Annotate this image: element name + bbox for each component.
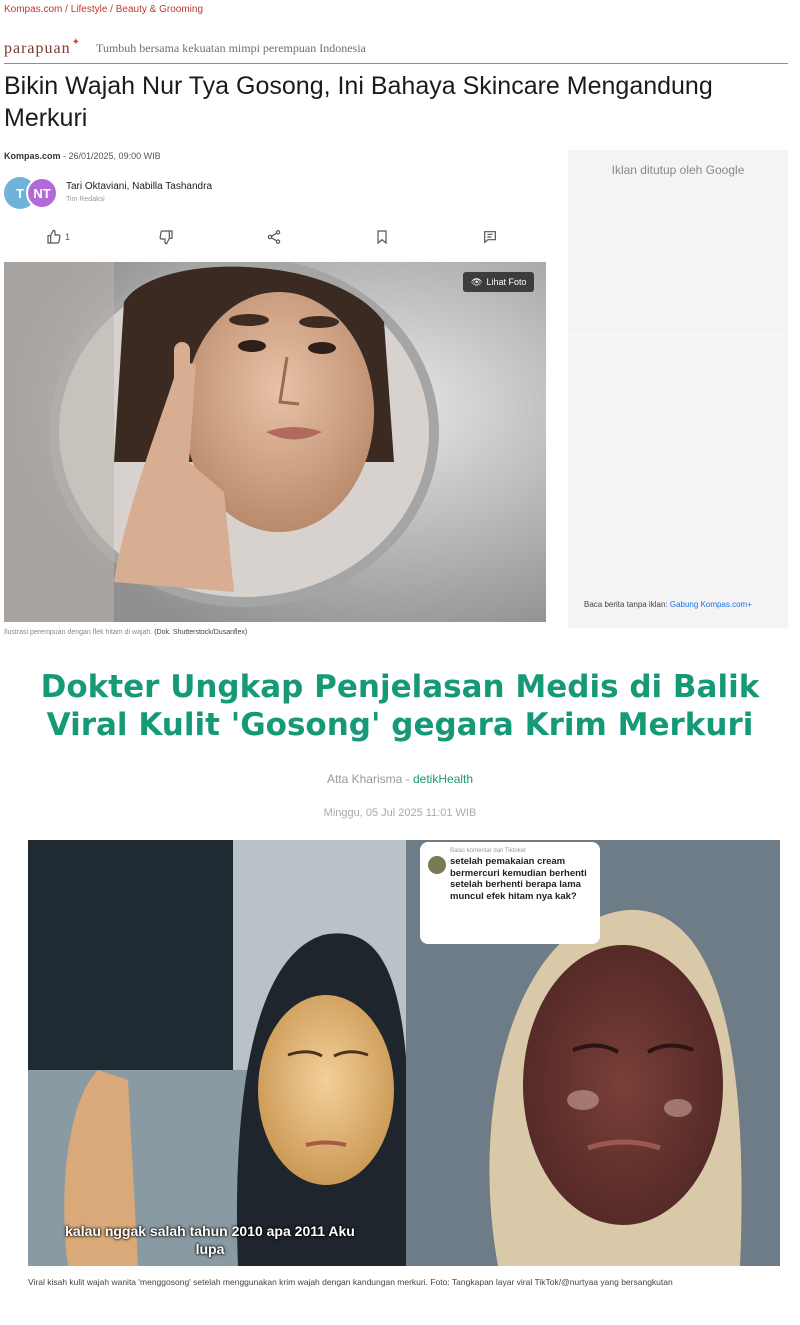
detik-headline: Dokter Ungkap Penjelasan Medis di Balik … xyxy=(40,669,760,743)
article-headline: Bikin Wajah Nur Tya Gosong, Ini Bahaya S… xyxy=(4,72,713,132)
breadcrumb: Kompas.com / Lifestyle / Beauty & Groomi… xyxy=(4,4,203,15)
bookmark-icon xyxy=(377,230,387,245)
article-source[interactable]: Kompas.com xyxy=(4,151,61,161)
view-photo-button[interactable]: 👁 Lihat Foto xyxy=(463,272,535,292)
ad-divider xyxy=(568,334,788,335)
photo-caption: Ilustrasi perempuan dengan flek hitam di… xyxy=(4,629,247,636)
ad-footer-link[interactable]: Gabung Kompas.com+ xyxy=(670,600,752,609)
eye-icon: 👁 xyxy=(471,276,483,287)
comment-icon xyxy=(484,231,496,244)
article-meta: Kompas.com - 26/01/2025, 09:00 WIB xyxy=(4,151,161,161)
like-button[interactable]: 1 xyxy=(4,229,112,245)
thumbs-down-icon xyxy=(159,230,173,245)
ad-footer: Baca berita tanpa iklan: Gabung Kompas.c… xyxy=(584,600,752,609)
video-subtitle: kalau nggak salah tahun 2010 apa 2011 Ak… xyxy=(65,1223,355,1257)
ad-panel xyxy=(568,150,788,628)
ad-closed-label: Iklan ditutup oleh Google xyxy=(611,163,745,177)
detik-author[interactable]: Atta Kharisma xyxy=(327,772,402,786)
photo-caption-text: Ilustrasi perempuan dengan flek hitam di… xyxy=(4,629,153,636)
author-role: Tim Redaksi xyxy=(66,196,105,203)
article-date: - 26/01/2025, 09:00 WIB xyxy=(60,151,161,161)
detik-photo-caption: Viral kisah kulit wajah wanita 'menggoso… xyxy=(28,1277,673,1287)
breadcrumb-section[interactable]: Lifestyle xyxy=(71,4,108,15)
comment-avatar xyxy=(428,856,446,874)
dislike-button[interactable] xyxy=(112,229,220,245)
article-actions: 1 xyxy=(4,224,544,250)
avatar[interactable]: NT xyxy=(26,177,58,209)
share-button[interactable] xyxy=(220,229,328,245)
woman-mirror-photo xyxy=(4,262,546,622)
brand-tagline: Tumbuh bersama kekuatan mimpi perempuan … xyxy=(96,41,366,55)
thumbs-up-icon xyxy=(47,229,61,244)
detik-outlet[interactable]: detikHealth xyxy=(413,772,473,786)
star-icon: ✦ xyxy=(71,37,81,48)
tiktok-comment-bubble: Balas komentar dari Tiktoker setelah pem… xyxy=(420,842,600,944)
parapuan-logo[interactable]: parapuan xyxy=(4,40,71,58)
comment-text: setelah pemakaian cream bermercuri kemud… xyxy=(450,856,587,902)
breadcrumb-site[interactable]: Kompas.com xyxy=(4,4,62,15)
tiktok-video-photo xyxy=(28,840,780,1266)
article-photo[interactable] xyxy=(4,262,546,622)
ad-footer-text: Baca berita tanpa iklan: xyxy=(584,600,670,609)
tiktok-screenshot-photo[interactable] xyxy=(28,840,780,1266)
breadcrumb-subsection[interactable]: Beauty & Grooming xyxy=(116,4,203,15)
view-photo-label: Lihat Foto xyxy=(486,277,527,287)
brand-header: parapuan ✦ Tumbuh bersama kekuatan mimpi… xyxy=(4,34,788,64)
comment-button[interactable] xyxy=(436,229,544,245)
share-icon xyxy=(267,230,281,244)
like-count: 1 xyxy=(64,232,70,242)
author-names[interactable]: Tari Oktaviani, Nabilla Tashandra xyxy=(66,181,212,192)
bookmark-button[interactable] xyxy=(328,229,436,245)
photo-credit: (Dok. Shutterstock/Dusanflex) xyxy=(154,629,248,636)
detik-date: Minggu, 05 Jul 2025 11:01 WIB xyxy=(323,807,477,819)
detik-byline: Atta Kharisma - detikHealth xyxy=(0,772,800,786)
comment-username: Balas komentar dari Tiktoker xyxy=(450,848,527,854)
byline-separator: - xyxy=(402,772,413,786)
